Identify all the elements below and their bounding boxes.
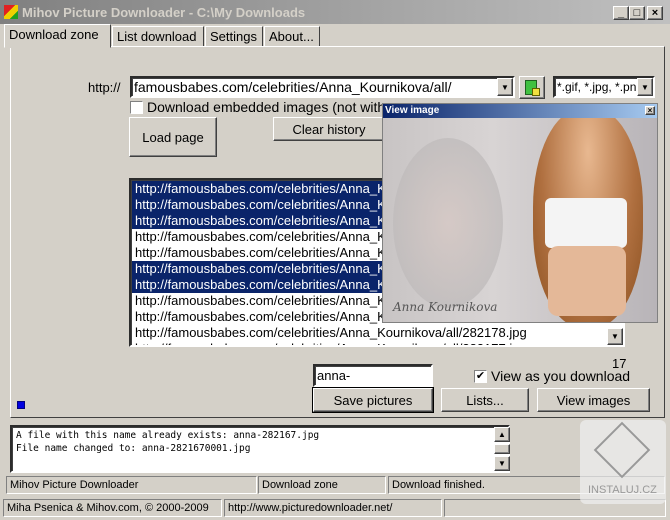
view-image-close-icon[interactable]: × bbox=[645, 106, 655, 115]
url-prefix-label: http:// bbox=[88, 80, 121, 95]
url-input[interactable]: famousbabes.com/celebrities/Anna_Kournik… bbox=[130, 76, 515, 98]
log-scroll-up[interactable]: ▲ bbox=[494, 427, 510, 442]
view-image-title: View image bbox=[385, 105, 440, 116]
list-scroll-down[interactable]: ▼ bbox=[607, 328, 623, 345]
tab-settings[interactable]: Settings bbox=[205, 26, 263, 47]
close-button[interactable]: × bbox=[647, 6, 663, 20]
list-item[interactable]: http://famousbabes.com/celebrities/Anna_… bbox=[132, 341, 622, 345]
preview-image: Anna Kournikova bbox=[383, 118, 657, 322]
title-bar: Mihov Picture Downloader - C:\My Downloa… bbox=[0, 0, 670, 24]
tab-about[interactable]: About... bbox=[264, 26, 320, 47]
view-images-button[interactable]: View images bbox=[537, 388, 650, 412]
file-filter-value: *.gif, *.jpg, *.pn bbox=[557, 80, 637, 94]
tab-download-zone[interactable]: Download zone bbox=[4, 24, 111, 48]
embedded-images-label: Download embedded images (not with bbox=[147, 99, 386, 115]
log-scroll-down[interactable]: ▼ bbox=[494, 456, 510, 471]
tab-list-download[interactable]: List download bbox=[112, 26, 204, 47]
view-as-download-checkbox[interactable]: ✔ bbox=[474, 370, 487, 383]
load-page-button[interactable]: Load page bbox=[129, 117, 217, 157]
maximize-button[interactable]: □ bbox=[629, 6, 645, 20]
clear-history-button[interactable]: Clear history bbox=[273, 117, 385, 141]
status-website[interactable]: http://www.picturedownloader.net/ bbox=[224, 499, 442, 517]
minimize-button[interactable]: _ bbox=[613, 6, 629, 20]
log-line: File name changed to: anna-2821670001.jp… bbox=[16, 443, 251, 454]
save-pictures-button[interactable]: Save pictures bbox=[312, 387, 434, 413]
view-as-download-label: View as you download bbox=[491, 368, 631, 384]
log-line: A file with this name already exists: an… bbox=[16, 430, 320, 441]
watermark: INSTALUJ.CZ bbox=[580, 420, 666, 504]
embedded-images-checkbox[interactable] bbox=[130, 101, 143, 114]
url-dropdown-button[interactable]: ▼ bbox=[497, 78, 513, 96]
file-name-prefix-input[interactable]: anna- bbox=[313, 364, 433, 387]
filter-dropdown-button[interactable]: ▼ bbox=[637, 78, 653, 96]
image-signature: Anna Kournikova bbox=[393, 300, 498, 314]
view-image-window[interactable]: View image × Anna Kournikova bbox=[382, 103, 658, 323]
watermark-text: INSTALUJ.CZ bbox=[588, 484, 657, 496]
view-image-titlebar: View image × bbox=[383, 104, 657, 118]
app-icon bbox=[4, 5, 18, 19]
activity-indicator bbox=[17, 401, 25, 409]
watermark-logo-icon bbox=[593, 421, 651, 479]
window-title: Mihov Picture Downloader - C:\My Downloa… bbox=[22, 5, 306, 20]
status-copyright: Miha Psenica & Mihov.com, © 2000-2009 bbox=[3, 499, 222, 517]
status-zone: Download zone bbox=[258, 476, 386, 494]
url-value: famousbabes.com/celebrities/Anna_Kournik… bbox=[134, 79, 452, 95]
status-app: Mihov Picture Downloader bbox=[6, 476, 257, 494]
paste-clipboard-button[interactable] bbox=[519, 76, 545, 99]
list-item[interactable]: http://famousbabes.com/celebrities/Anna_… bbox=[132, 325, 622, 341]
log-box[interactable]: A file with this name already exists: an… bbox=[10, 425, 510, 473]
file-name-prefix-value: anna- bbox=[317, 368, 351, 383]
log-scroll-thumb[interactable] bbox=[494, 444, 510, 454]
lists-button[interactable]: Lists... bbox=[441, 388, 529, 412]
